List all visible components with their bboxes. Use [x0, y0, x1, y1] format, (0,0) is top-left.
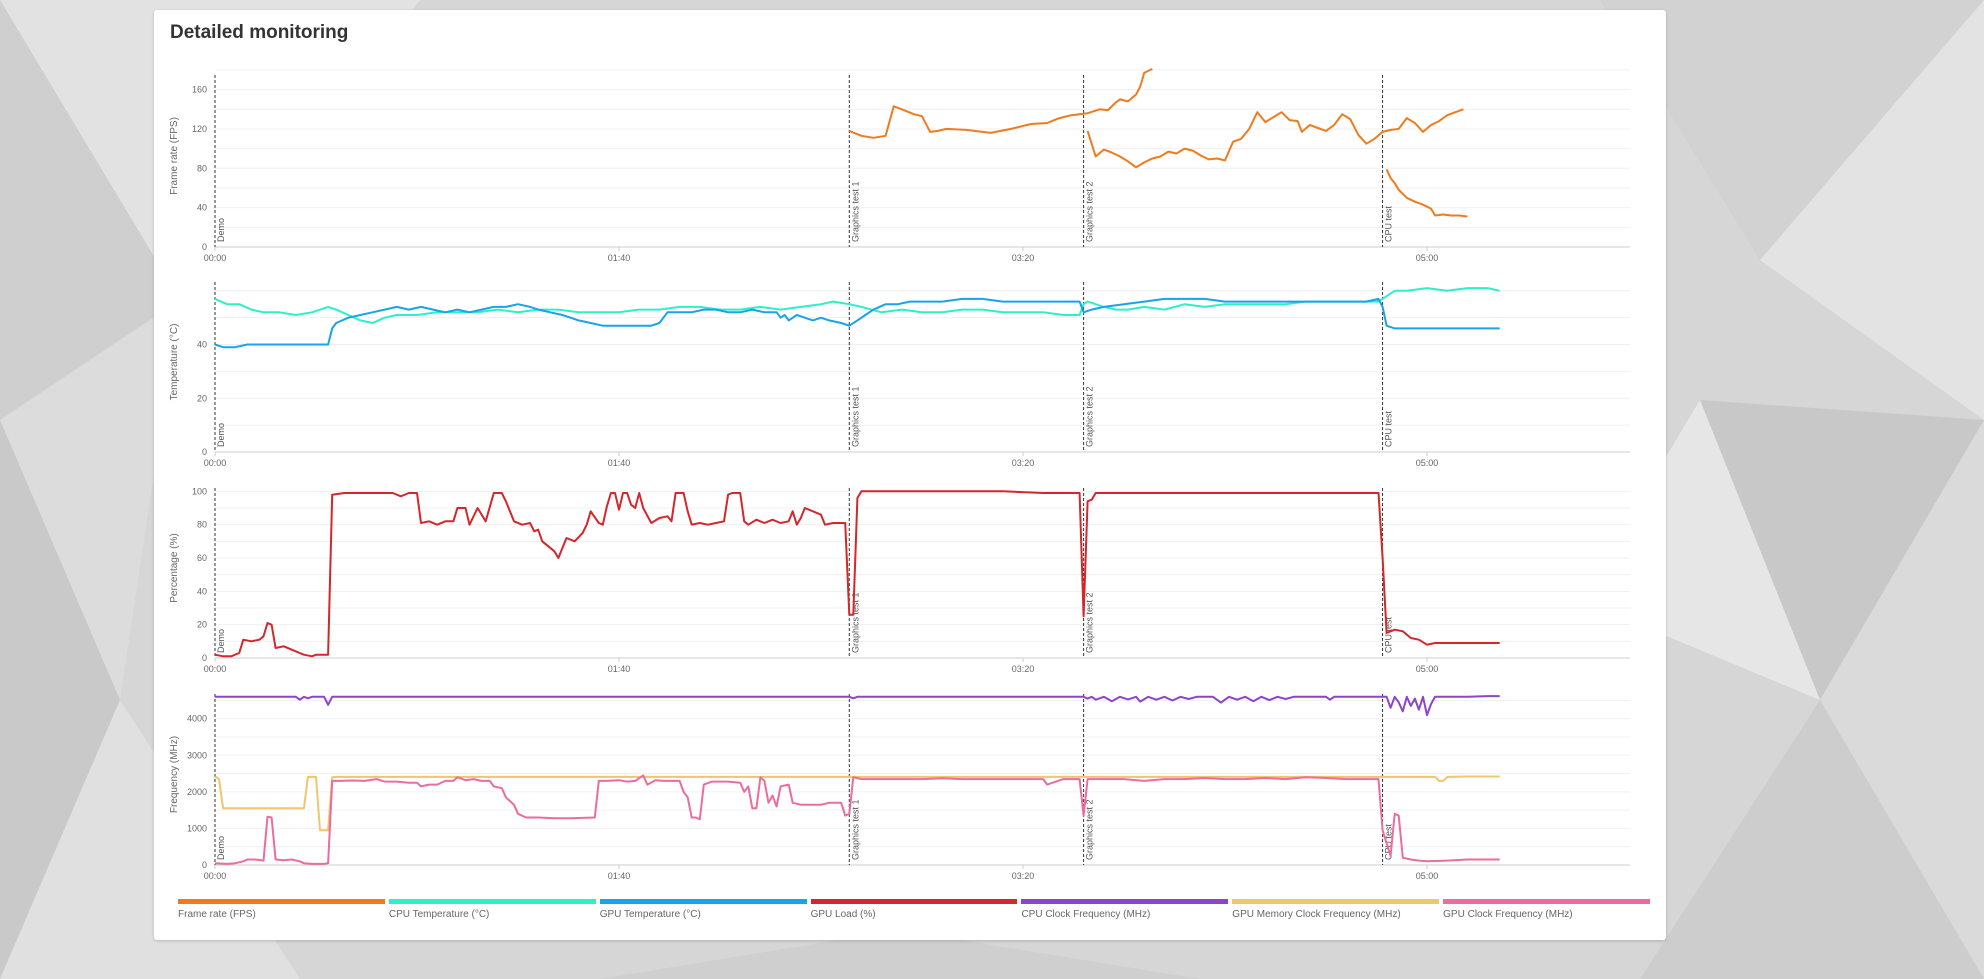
- y-tick-label: 160: [192, 85, 207, 95]
- phase-marker-label: Graphics test 2: [1085, 799, 1095, 860]
- legend-label: CPU Temperature (°C): [388, 909, 490, 920]
- monitoring-card: Detailed monitoring 0 40 80 120 160 00:00 01:4…: [154, 10, 1666, 940]
- series-line: [1385, 168, 1468, 218]
- y-tick-label: 0: [202, 447, 207, 457]
- x-tick-label: 00:00: [204, 253, 227, 263]
- chart-panel-4: 0 1000 2000 3000 4000 00:00 01:40 03:20 05:00 Fre…: [169, 694, 1630, 881]
- legend-swatch: [1443, 899, 1651, 904]
- legend-item[interactable]: CPU Temperature (°C): [388, 899, 596, 929]
- y-axis-title: Frequency (MHz): [169, 736, 180, 813]
- y-tick-label: 0: [202, 653, 207, 663]
- phase-marker-label: Demo: [216, 423, 226, 447]
- phase-marker-label: Graphics test 1: [850, 799, 860, 860]
- phase-marker-label: Graphics test 1: [850, 592, 860, 653]
- y-axis-title: Frame rate (FPS): [169, 117, 180, 195]
- y-tick-label: 60: [197, 553, 207, 563]
- chart-panel-2: 0 20 40 00:00 01:40 03:20 05:00 Temperature (°C…: [169, 282, 1630, 468]
- y-tick-label: 1000: [187, 823, 207, 833]
- phase-marker-label: Graphics test 2: [1085, 386, 1095, 447]
- legend-label: GPU Temperature (°C): [599, 909, 701, 920]
- phase-marker-label: Graphics test 1: [850, 386, 860, 447]
- x-tick-label: 03:20: [1012, 253, 1035, 263]
- x-tick-label: 00:00: [204, 458, 227, 468]
- y-tick-label: 80: [197, 163, 207, 173]
- legend-swatch: [810, 899, 1018, 904]
- chart-legend: Frame rate (FPS) CPU Temperature (°C) GPU …: [178, 899, 1651, 929]
- phase-marker-label: Graphics test 1: [850, 181, 860, 242]
- x-tick-label: 05:00: [1416, 458, 1439, 468]
- legend-item[interactable]: GPU Temperature (°C): [599, 899, 807, 929]
- legend-swatch: [599, 899, 807, 904]
- y-tick-label: 0: [202, 860, 207, 870]
- legend-item[interactable]: Frame rate (FPS): [178, 899, 385, 929]
- legend-item[interactable]: CPU Clock Frequency (MHz): [1021, 899, 1229, 929]
- legend-swatch: [388, 899, 596, 904]
- legend-label: GPU Memory Clock Frequency (MHz): [1232, 909, 1401, 920]
- y-tick-label: 40: [197, 203, 207, 213]
- series-line: [215, 695, 1500, 717]
- phase-marker-label: Demo: [216, 629, 226, 653]
- legend-item[interactable]: GPU Clock Frequency (MHz): [1443, 899, 1651, 929]
- y-tick-label: 100: [192, 486, 207, 496]
- legend-item[interactable]: GPU Load (%): [810, 899, 1018, 929]
- x-tick-label: 00:00: [204, 871, 227, 881]
- legend-label: CPU Clock Frequency (MHz): [1021, 909, 1151, 920]
- y-tick-label: 20: [197, 620, 207, 630]
- x-tick-label: 03:20: [1012, 664, 1035, 674]
- x-tick-label: 01:40: [608, 458, 631, 468]
- y-tick-label: 40: [197, 586, 207, 596]
- legend-label: Frame rate (FPS): [178, 909, 256, 920]
- x-tick-label: 03:20: [1012, 458, 1035, 468]
- y-tick-label: 3000: [187, 750, 207, 760]
- y-axis-title: Percentage (%): [169, 533, 180, 602]
- monitoring-charts: 0 40 80 120 160 00:00 01:40 03:20 05:00 Frame rat…: [169, 68, 1630, 881]
- legend-swatch: [1021, 899, 1229, 904]
- legend-item[interactable]: GPU Memory Clock Frequency (MHz): [1232, 899, 1440, 929]
- legend-label: GPU Load (%): [810, 909, 876, 920]
- phase-marker-label: Graphics test 2: [1085, 181, 1095, 242]
- phase-marker-label: Demo: [216, 218, 226, 242]
- x-tick-label: 01:40: [608, 253, 631, 263]
- x-tick-label: 05:00: [1416, 664, 1439, 674]
- chart-panel-3: 0 20 40 60 80 100 00:00 01:40 03:20 05:00 Percenta…: [169, 486, 1630, 674]
- y-tick-label: 40: [197, 340, 207, 350]
- y-tick-label: 4000: [187, 714, 207, 724]
- legend-swatch: [1232, 899, 1440, 904]
- chart-panel-1: 0 40 80 120 160 00:00 01:40 03:20 05:00 Frame rat…: [169, 68, 1630, 263]
- phase-marker-label: CPU test: [1384, 205, 1394, 242]
- x-tick-label: 03:20: [1012, 871, 1035, 881]
- y-tick-label: 0: [202, 242, 207, 252]
- phase-marker-label: CPU test: [1384, 410, 1394, 447]
- legend-swatch: [178, 899, 385, 904]
- x-tick-label: 01:40: [608, 664, 631, 674]
- x-tick-label: 01:40: [608, 871, 631, 881]
- phase-marker-label: Demo: [216, 836, 226, 860]
- y-tick-label: 120: [192, 124, 207, 134]
- phase-marker-label: Graphics test 2: [1085, 592, 1095, 653]
- x-tick-label: 05:00: [1416, 871, 1439, 881]
- series-line: [1086, 108, 1464, 169]
- y-axis-title: Temperature (°C): [169, 324, 180, 401]
- x-tick-label: 00:00: [204, 664, 227, 674]
- y-tick-label: 80: [197, 520, 207, 530]
- y-tick-label: 20: [197, 393, 207, 403]
- legend-label: GPU Clock Frequency (MHz): [1443, 909, 1573, 920]
- y-tick-label: 2000: [187, 787, 207, 797]
- series-line: [848, 68, 1153, 139]
- x-tick-label: 05:00: [1416, 253, 1439, 263]
